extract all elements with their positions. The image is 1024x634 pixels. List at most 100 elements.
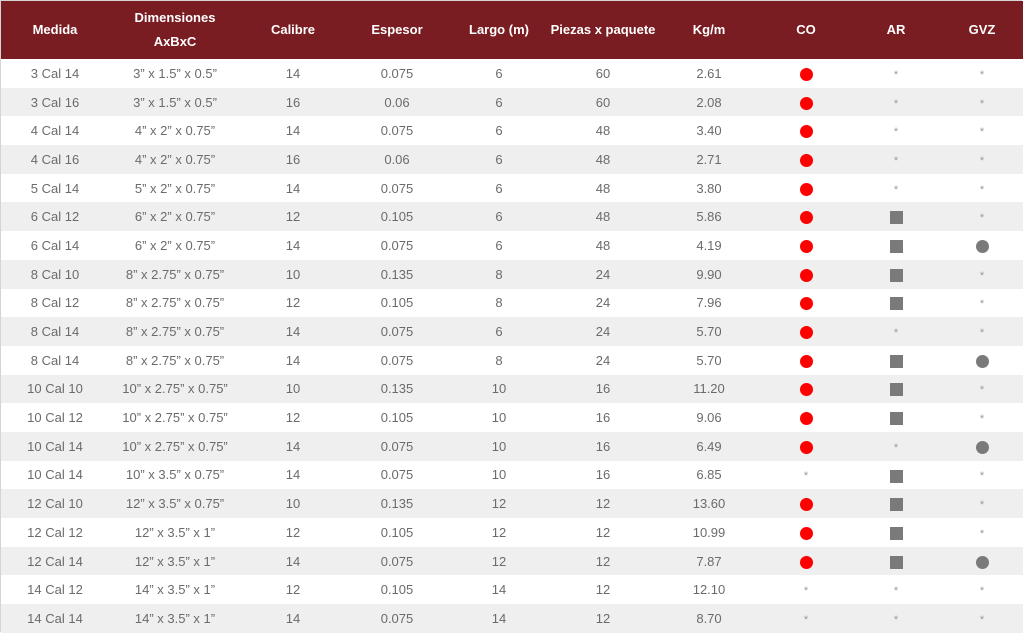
cell-ar: *	[851, 317, 941, 346]
cell-ar	[851, 547, 941, 576]
cell-dim: 8” x 2.75” x 0.75”	[125, 295, 225, 311]
cell-medida: 3 Cal 16	[30, 94, 80, 110]
table-row: 14 Cal 12 14” x 3.5” x 1” 12 0.105 14 12 12.10…	[1, 575, 1023, 605]
header-calibre: Calibre	[270, 22, 316, 37]
asterisk-icon: *	[893, 327, 899, 340]
gray-square-icon	[889, 412, 903, 426]
red-circle-icon	[799, 240, 813, 253]
red-circle-icon	[799, 326, 813, 340]
table-row: 4 Cal 14 4” x 2” x 0.75” 14 0.075 6 48 3.40 * *	[1, 116, 1023, 146]
cell-piezas: 12	[595, 610, 611, 626]
cell-espesor: 0.075	[380, 467, 414, 483]
asterisk-icon: *	[893, 126, 899, 139]
cell-largo: 8	[495, 266, 503, 282]
asterisk-icon: *	[803, 470, 809, 483]
gray-square-icon	[889, 297, 903, 311]
gray-circle-icon	[975, 354, 989, 368]
cell-espesor: 0.075	[380, 610, 414, 626]
cell-ar: *	[851, 604, 941, 633]
gray-square-icon	[889, 240, 903, 253]
cell-calibre: 12	[285, 295, 301, 311]
cell-ar	[851, 346, 941, 375]
cell-dim: 6” x 2” x 0.75”	[134, 237, 216, 253]
cell-medida: 6 Cal 14	[30, 237, 80, 253]
cell-piezas: 48	[595, 237, 611, 253]
cell-gvz: *	[941, 116, 1023, 145]
cell-medida: 3 Cal 14	[30, 65, 80, 81]
cell-calibre: 14	[285, 324, 301, 340]
cell-kgm: 10.99	[692, 524, 726, 540]
cell-largo: 6	[495, 180, 503, 196]
cell-largo: 12	[491, 553, 507, 569]
cell-medida: 10 Cal 12	[27, 410, 83, 426]
cell-espesor: 0.105	[380, 524, 414, 540]
cell-largo: 6	[495, 94, 503, 110]
cell-calibre: 14	[285, 65, 301, 81]
cell-co	[761, 317, 851, 346]
cell-ar	[851, 375, 941, 404]
cell-piezas: 48	[595, 123, 611, 139]
cell-kgm: 3.40	[696, 123, 722, 139]
asterisk-icon: *	[893, 183, 899, 196]
cell-co	[761, 174, 851, 203]
cell-gvz: *	[941, 518, 1023, 547]
cell-co	[761, 88, 851, 117]
cell-co	[761, 403, 851, 432]
cell-ar	[851, 260, 941, 289]
cell-medida: 8 Cal 12	[30, 295, 80, 311]
asterisk-icon: *	[893, 68, 899, 81]
header-dimensiones: Dimensiones AxBxC	[109, 1, 241, 59]
cell-piezas: 24	[595, 266, 611, 282]
asterisk-icon: *	[979, 470, 985, 483]
cell-piezas: 48	[595, 180, 611, 196]
header-dimensiones-line2: AxBxC	[153, 34, 197, 49]
cell-co	[761, 231, 851, 260]
cell-ar	[851, 489, 941, 518]
asterisk-icon: *	[979, 585, 985, 598]
cell-ar: *	[851, 88, 941, 117]
cell-gvz: *	[941, 461, 1023, 490]
cell-ar	[851, 518, 941, 547]
asterisk-icon: *	[979, 499, 985, 512]
cell-kgm: 5.70	[696, 324, 722, 340]
cell-largo: 12	[491, 524, 507, 540]
header-gvz: GVZ	[968, 22, 996, 37]
cell-medida: 8 Cal 14	[30, 324, 80, 340]
product-spec-table: Medida Dimensiones AxBxC Calibre Espesor…	[1, 1, 1023, 633]
table-row: 10 Cal 14 10” x 3.5” x 0.75” 14 0.075 10 16 6.…	[1, 460, 1023, 490]
cell-dim: 14” x 3.5” x 1”	[134, 582, 216, 598]
cell-kgm: 6.49	[696, 438, 722, 454]
cell-gvz	[941, 547, 1023, 576]
cell-dim: 14” x 3.5” x 1”	[134, 610, 216, 626]
red-circle-icon	[799, 211, 813, 225]
cell-calibre: 12	[285, 410, 301, 426]
cell-espesor: 0.075	[380, 123, 414, 139]
cell-kgm: 7.87	[696, 553, 722, 569]
cell-kgm: 4.19	[696, 237, 722, 253]
cell-dim: 12” x 3.5” x 1”	[134, 553, 216, 569]
red-circle-icon	[799, 125, 813, 139]
cell-ar	[851, 403, 941, 432]
gray-square-icon	[889, 469, 903, 483]
cell-kgm: 2.71	[696, 151, 722, 167]
cell-medida: 6 Cal 12	[30, 209, 80, 225]
gray-square-icon	[889, 268, 903, 282]
red-circle-icon	[799, 182, 813, 196]
cell-gvz: *	[941, 145, 1023, 174]
cell-piezas: 48	[595, 151, 611, 167]
cell-kgm: 6.85	[696, 467, 722, 483]
cell-kgm: 12.10	[692, 582, 726, 598]
cell-dim: 12” x 3.5” x 0.75”	[125, 496, 225, 512]
gray-square-icon	[889, 498, 903, 512]
cell-dim: 8” x 2.75” x 0.75”	[125, 324, 225, 340]
asterisk-icon: *	[803, 613, 809, 626]
header-dimensiones-line1: Dimensiones	[134, 10, 216, 25]
cell-co: *	[761, 461, 851, 490]
cell-gvz: *	[941, 260, 1023, 289]
cell-gvz: *	[941, 489, 1023, 518]
red-circle-icon	[799, 268, 813, 282]
cell-largo: 10	[491, 438, 507, 454]
cell-medida: 10 Cal 14	[27, 438, 83, 454]
table-row: 6 Cal 12 6” x 2” x 0.75” 12 0.105 6 48 5.86 *	[1, 202, 1023, 232]
cell-espesor: 0.075	[380, 65, 414, 81]
